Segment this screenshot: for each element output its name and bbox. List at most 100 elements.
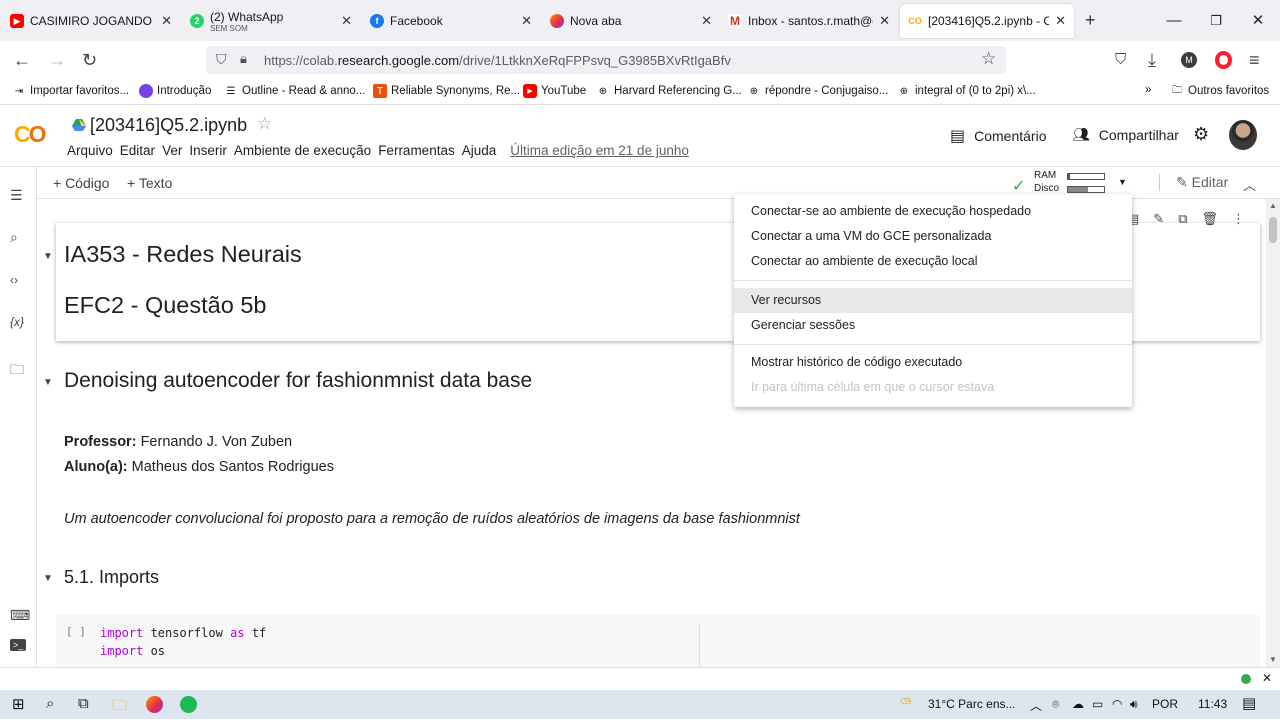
bookmark-item[interactable]: ⇥ Importar favoritos... <box>12 84 129 98</box>
tab-colab[interactable]: CO [203416]Q5.2.ipynb - Cola ✕ <box>900 4 1074 38</box>
gear-icon[interactable]: ⚙ <box>1193 124 1209 145</box>
pencil-icon[interactable]: ✎ <box>1153 211 1164 231</box>
menu-item-connect-gce-vm[interactable]: Conectar a uma VM do GCE personalizada <box>734 224 1132 249</box>
menu-item-connect-local[interactable]: Conectar ao ambiente de execução local <box>734 249 1132 274</box>
minimize-icon[interactable]: — <box>1154 8 1194 34</box>
menu-ver[interactable]: Ver <box>162 143 182 158</box>
tab-youtube[interactable]: ▶ CASIMIRO JOGANDO PE ✕ <box>2 4 180 38</box>
collapse-caret-icon[interactable]: ▼ <box>43 573 53 584</box>
restore-icon[interactable]: ❐ <box>1196 8 1236 34</box>
url-text[interactable]: https://colab.research.google.com/drive/… <box>264 53 731 68</box>
tab-whatsapp[interactable]: 2 (2) WhatsApp SEM SOM ✕ <box>182 4 360 38</box>
weather-icon[interactable]: ⛅︎ <box>900 695 912 712</box>
back-icon[interactable]: ← <box>13 50 31 70</box>
last-edit-link[interactable]: Última edição em 21 de junho <box>510 143 689 158</box>
code-snippets-icon[interactable]: ‹› <box>10 273 18 287</box>
run-cell-bracket[interactable]: [ ] <box>66 625 86 638</box>
chevron-up-icon[interactable]: ︿ <box>1243 175 1256 194</box>
terminal-icon[interactable]: >_ <box>10 639 27 651</box>
code-cell[interactable]: [ ] import tensorflow as tf import os <box>56 615 1260 667</box>
trash-icon[interactable]: 🗑︎ <box>1202 211 1219 231</box>
bookmark-item[interactable]: ⊕ répondre - Conjugaiso... <box>747 84 889 98</box>
menu-item-manage-sessions[interactable]: Gerenciar sessões <box>734 313 1132 338</box>
close-icon[interactable]: ✕ <box>701 13 712 29</box>
pocket-icon[interactable]: ⛉ <box>1115 50 1126 70</box>
bookmarks-overflow-icon[interactable]: » <box>1145 84 1151 96</box>
collapse-caret-icon[interactable]: ▼ <box>43 251 53 262</box>
opera-icon[interactable] <box>1215 51 1232 69</box>
reload-icon[interactable]: ↻ <box>82 50 97 70</box>
more-vert-icon[interactable]: ⋮ <box>1232 211 1245 231</box>
language-indicator[interactable]: POR <box>1152 697 1178 711</box>
tab-nova-aba[interactable]: Nova aba ✕ <box>542 4 720 38</box>
menu-ambiente-de-execucao[interactable]: Ambiente de execução <box>234 143 371 158</box>
close-icon[interactable]: ✕ <box>161 13 172 29</box>
avatar[interactable] <box>1229 120 1257 150</box>
close-icon[interactable]: ✕ <box>879 13 890 29</box>
menu-item-connect-hosted[interactable]: Conectar-se ao ambiente de execução hosp… <box>734 199 1132 224</box>
bookmark-item[interactable]: ⊕ Harvard Referencing G... <box>596 84 742 98</box>
search-icon[interactable]: ⌕ <box>10 229 18 246</box>
menu-ajuda[interactable]: Ajuda <box>462 143 497 158</box>
comment-button[interactable]: ▤ Comentário <box>950 126 1047 146</box>
window-close-icon[interactable]: ✕ <box>1238 8 1278 34</box>
close-icon[interactable]: ✕ <box>341 13 352 29</box>
firefox-icon[interactable] <box>146 696 163 713</box>
close-icon[interactable]: ✕ <box>521 13 532 29</box>
menu-icon[interactable]: ≡ <box>1249 50 1260 70</box>
tab-facebook[interactable]: f Facebook ✕ <box>362 4 540 38</box>
new-tab-icon[interactable]: + <box>1085 10 1096 31</box>
bookmark-star-icon[interactable]: ☆ <box>981 49 996 69</box>
code-line[interactable]: import tensorflow as tf <box>100 626 266 640</box>
variables-icon[interactable]: {x} <box>10 315 24 329</box>
scrollbar-thumb[interactable] <box>1269 217 1277 243</box>
scroll-up-icon[interactable]: ▲ <box>1269 201 1277 210</box>
search-icon[interactable]: ⌕ <box>46 695 54 712</box>
tab-gmail[interactable]: M Inbox - santos.r.math@g ✕ <box>720 4 898 38</box>
spotify-icon[interactable] <box>180 696 197 713</box>
notifications-icon[interactable]: ▤ <box>1242 694 1256 712</box>
volume-icon[interactable]: 🔊︎ <box>1130 697 1138 712</box>
add-text-button[interactable]: + Texto <box>127 175 172 191</box>
bookmark-item[interactable]: T Reliable Synonyms, Re... <box>373 84 520 98</box>
toc-icon[interactable]: ☰ <box>10 187 23 204</box>
chevron-down-icon[interactable]: ▼ <box>1118 177 1127 187</box>
code-line[interactable]: import os <box>100 644 165 658</box>
mirror-cell-icon[interactable]: ⧉ <box>1178 211 1187 231</box>
shield-icon[interactable]: ⛉ <box>216 51 227 68</box>
collapse-caret-icon[interactable]: ▼ <box>43 377 53 388</box>
notebook-scrollbar[interactable]: ▲ ▼ <box>1266 199 1280 667</box>
menu-editar[interactable]: Editar <box>120 143 155 158</box>
bookmark-item[interactable]: ☰ Outline - Read & anno... <box>224 84 366 98</box>
battery-icon[interactable]: ▭ <box>1092 697 1103 711</box>
bookmark-item[interactable]: Introdução <box>139 84 211 98</box>
menu-ferramentas[interactable]: Ferramentas <box>378 143 455 158</box>
menu-arquivo[interactable]: Arquivo <box>67 143 113 158</box>
close-icon[interactable]: ✕ <box>1262 671 1272 685</box>
forward-icon[interactable]: → <box>48 50 66 70</box>
command-palette-icon[interactable]: ⌨ <box>10 607 30 624</box>
share-button[interactable]: 👥︎ Compartilhar <box>1072 126 1179 143</box>
scroll-down-icon[interactable]: ▼ <box>1269 655 1277 664</box>
file-explorer-icon[interactable]: 🗀 <box>112 695 127 720</box>
lock-icon[interactable]: 🔒︎ <box>240 51 247 67</box>
cloud-icon[interactable]: ☁ <box>1072 697 1084 711</box>
wifi-icon[interactable]: ◠ <box>1112 697 1122 711</box>
task-view-icon[interactable]: ⧉ <box>78 695 89 712</box>
account-icon[interactable]: M <box>1181 52 1197 68</box>
menu-item-view-resources[interactable]: Ver recursos <box>734 288 1132 313</box>
ram-disk-indicator[interactable]: ✓ RAM Disco ▼ <box>1012 170 1132 196</box>
edit-button[interactable]: ✎ Editar <box>1159 174 1228 191</box>
weather-text[interactable]: 31°C Parc ens... <box>928 697 1016 711</box>
close-icon[interactable]: ✕ <box>1055 13 1066 29</box>
windows-start-icon[interactable]: ⊞ <box>12 695 25 713</box>
menu-inserir[interactable]: Inserir <box>189 143 227 158</box>
meet-icon[interactable]: ⌾ <box>1052 697 1059 712</box>
clock[interactable]: 11:43 <box>1198 697 1227 711</box>
download-icon[interactable]: ⤓ <box>1148 50 1156 70</box>
star-icon[interactable]: ☆ <box>257 114 272 134</box>
menu-item-show-history[interactable]: Mostrar histórico de código executado <box>734 350 1132 375</box>
address-bar[interactable]: ⛉ 🔒︎ https://colab.research.google.com/d… <box>206 46 1006 74</box>
folder-icon[interactable]: 🗀 <box>10 359 24 383</box>
other-bookmarks[interactable]: 🗀 Outros favoritos <box>1170 84 1269 98</box>
